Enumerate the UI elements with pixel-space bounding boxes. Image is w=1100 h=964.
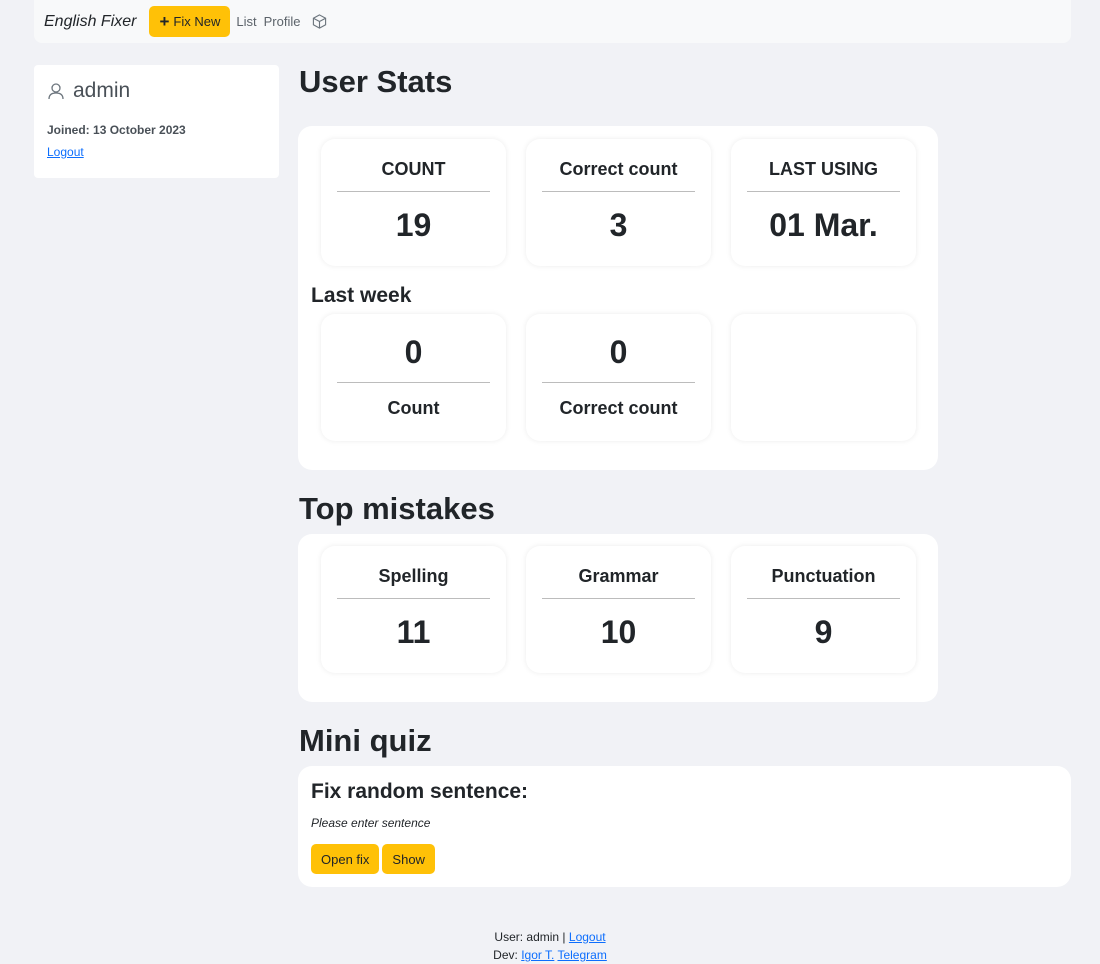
profile-header: admin: [47, 79, 266, 103]
divider: [542, 191, 695, 192]
navbar: English Fixer + Fix New List Profile: [34, 0, 1071, 43]
nav-link-list[interactable]: List: [236, 14, 256, 29]
stat-label: LAST USING: [768, 159, 878, 179]
stat-value: 0: [609, 334, 628, 370]
mini-quiz-panel: Fix random sentence: Please enter senten…: [298, 766, 1071, 887]
user-icon: [47, 82, 65, 100]
plus-icon: +: [159, 12, 170, 31]
stat-card-week-count: 0 Count: [321, 314, 506, 441]
mistake-card-punctuation: Punctuation 9: [731, 546, 916, 673]
divider: [542, 598, 695, 599]
mini-quiz-title: Mini quiz: [299, 723, 432, 758]
quiz-sentence: Please enter sentence: [311, 816, 431, 830]
divider: [542, 382, 695, 383]
mistake-label: Spelling: [378, 566, 449, 586]
quiz-actions: Open fix Show: [311, 844, 435, 874]
top-mistakes-panel: Spelling 11 Grammar 10 Punctuation 9: [298, 534, 938, 702]
profile-card: admin Joined: 13 October 2023 Logout: [34, 65, 279, 178]
stat-label: Correct count: [559, 398, 678, 418]
divider: [337, 191, 490, 192]
joined-label: Joined:: [47, 123, 90, 137]
divider: [337, 598, 490, 599]
stat-card-correct-count: Correct count 3: [526, 139, 711, 266]
footer: User: admin | Logout Dev: Igor T. Telegr…: [0, 928, 1100, 964]
quiz-subtitle: Fix random sentence:: [311, 780, 529, 803]
stat-label: Correct count: [559, 159, 678, 179]
stat-card-empty: [731, 314, 916, 441]
divider: [747, 191, 900, 192]
nav-link-profile[interactable]: Profile: [264, 14, 301, 29]
stat-card-count: COUNT 19: [321, 139, 506, 266]
stat-value: 3: [609, 207, 628, 243]
footer-user-text: User: admin |: [494, 930, 566, 944]
footer-logout-link[interactable]: Logout: [569, 930, 606, 944]
fix-new-label: Fix New: [173, 14, 221, 29]
stat-label: COUNT: [381, 159, 446, 179]
footer-user-line: User: admin | Logout: [0, 928, 1100, 946]
joined-text: Joined: 13 October 2023: [47, 123, 266, 137]
stat-card-last-using: LAST USING 01 Mar.: [731, 139, 916, 266]
divider: [337, 382, 490, 383]
mistake-card-spelling: Spelling 11: [321, 546, 506, 673]
mistake-label: Punctuation: [771, 566, 876, 586]
stat-value: 19: [395, 207, 432, 243]
last-week-title: Last week: [311, 284, 412, 307]
footer-telegram-link[interactable]: Telegram: [557, 948, 606, 962]
open-fix-button[interactable]: Open fix: [311, 844, 380, 874]
brand-title[interactable]: English Fixer: [44, 13, 136, 31]
joined-date: 13 October 2023: [93, 123, 186, 137]
user-stats-panel: COUNT 19 Correct count 3 LAST USING 01 M…: [298, 126, 938, 470]
profile-username: admin: [73, 79, 131, 102]
cube-icon[interactable]: [312, 14, 327, 29]
top-mistakes-title: Top mistakes: [299, 491, 495, 526]
mistake-card-grammar: Grammar 10: [526, 546, 711, 673]
footer-dev-text: Dev:: [493, 948, 518, 962]
footer-dev-link[interactable]: Igor T.: [521, 948, 554, 962]
mistake-label: Grammar: [578, 566, 659, 586]
stat-card-week-correct-count: 0 Correct count: [526, 314, 711, 441]
fix-new-button[interactable]: + Fix New: [149, 6, 231, 37]
mistake-value: 10: [600, 614, 637, 650]
sidebar-logout-link[interactable]: Logout: [47, 145, 84, 159]
show-button[interactable]: Show: [382, 844, 435, 874]
mistake-value: 11: [396, 614, 431, 650]
mistake-value: 9: [814, 614, 833, 650]
divider: [747, 598, 900, 599]
stat-label: Count: [387, 398, 440, 418]
user-stats-title: User Stats: [299, 64, 453, 99]
stat-value: 01 Mar.: [769, 207, 878, 243]
stat-value: 0: [404, 334, 423, 370]
footer-dev-line: Dev: Igor T. Telegram: [0, 946, 1100, 964]
